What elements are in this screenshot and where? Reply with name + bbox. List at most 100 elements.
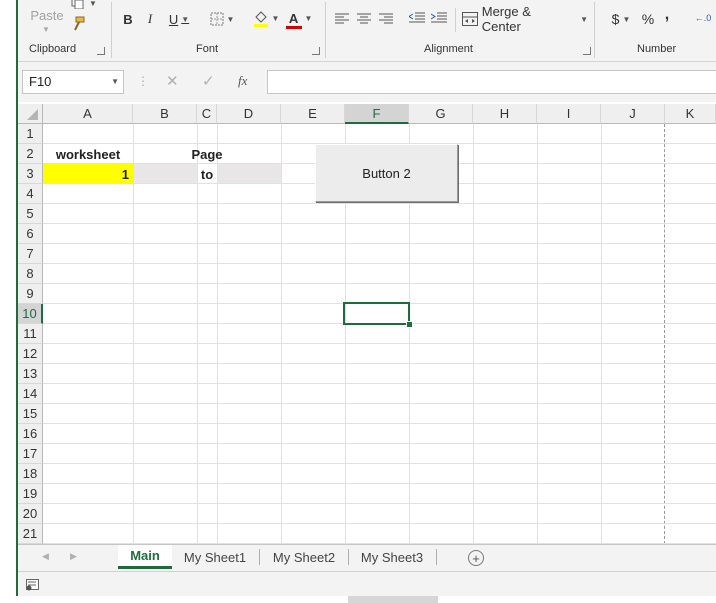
row-header-14[interactable]: 14 [18, 384, 43, 404]
currency-format-button[interactable]: $ ▼ [608, 9, 634, 29]
gridline [43, 463, 716, 464]
select-all-button[interactable] [18, 104, 43, 124]
row-header-9[interactable]: 9 [18, 284, 43, 304]
column-header-j[interactable]: J [601, 104, 665, 124]
cancel-icon[interactable]: ✕ [166, 72, 179, 90]
paste-button[interactable]: Paste [30, 6, 64, 24]
merge-center-icon [462, 12, 478, 26]
fill-color-icon [253, 11, 268, 27]
insert-function-icon[interactable]: fx [238, 73, 247, 89]
gridline [43, 403, 716, 404]
chevron-down-icon[interactable]: ▼ [111, 77, 119, 86]
taskbar-fragment [348, 596, 438, 603]
row-header-7[interactable]: 7 [18, 244, 43, 264]
column-header-g[interactable]: G [409, 104, 473, 124]
percent-icon: % [641, 11, 655, 27]
gridline [43, 243, 716, 244]
align-left-icon[interactable] [334, 12, 350, 26]
bold-button[interactable]: B [120, 10, 136, 28]
copy-icon[interactable] [70, 0, 86, 10]
row-header-20[interactable]: 20 [18, 504, 43, 524]
currency-icon: $ [611, 11, 620, 27]
merge-center-button[interactable]: Merge & Center ▼ [462, 4, 588, 34]
tab-my-sheet1[interactable]: My Sheet1 [174, 545, 256, 569]
percent-style-button[interactable]: % [640, 9, 656, 29]
row-header-1[interactable]: 1 [18, 124, 43, 144]
clipboard-launcher-icon[interactable] [97, 47, 105, 55]
row-header-15[interactable]: 15 [18, 404, 43, 424]
scroll-tabs-right-icon[interactable]: ▶ [70, 551, 77, 562]
column-header-d[interactable]: D [217, 104, 281, 124]
row-header-3[interactable]: 3 [18, 164, 43, 184]
scroll-tabs-left-icon[interactable]: ◀ [42, 551, 49, 562]
row-header-12[interactable]: 12 [18, 344, 43, 364]
worksheet-grid[interactable]: A B C D E F G H I J K 1 2 3 4 5 6 7 8 9 … [18, 104, 716, 544]
column-header-f[interactable]: F [345, 104, 409, 124]
font-launcher-icon[interactable] [312, 47, 320, 55]
sheet-tab-bar: ◀ ▶ Main My Sheet1 My Sheet2 My Sheet3 + [18, 544, 716, 571]
active-cell-f10[interactable] [343, 302, 410, 325]
tab-my-sheet3[interactable]: My Sheet3 [350, 545, 434, 569]
row-header-2[interactable]: 2 [18, 144, 43, 164]
cell-a2[interactable]: worksheet [43, 145, 133, 164]
row-header-17[interactable]: 17 [18, 444, 43, 464]
alignment-launcher-icon[interactable] [583, 47, 591, 55]
row-header-21[interactable]: 21 [18, 524, 43, 544]
column-header-c[interactable]: C [197, 104, 217, 124]
macro-record-icon[interactable] [26, 578, 40, 596]
gridline [601, 124, 602, 544]
format-painter-icon[interactable] [70, 16, 86, 32]
column-header-h[interactable]: H [473, 104, 537, 124]
column-header-b[interactable]: B [133, 104, 197, 124]
row-header-4[interactable]: 4 [18, 184, 43, 204]
number-group-label: Number [637, 43, 677, 55]
cell-a3[interactable]: 1 [43, 165, 133, 184]
tab-main[interactable]: Main [118, 545, 172, 569]
row-header-5[interactable]: 5 [18, 204, 43, 224]
fx-glyph: fx [238, 73, 248, 88]
enter-icon[interactable]: ✓ [202, 72, 215, 90]
increase-decimal-icon[interactable]: ←.0 [694, 8, 712, 28]
row-header-8[interactable]: 8 [18, 264, 43, 284]
row-header-13[interactable]: 13 [18, 364, 43, 384]
row-header-19[interactable]: 19 [18, 484, 43, 504]
row-header-16[interactable]: 16 [18, 424, 43, 444]
italic-button[interactable]: I [142, 10, 158, 28]
align-center-icon[interactable] [356, 12, 372, 26]
cell-c3[interactable]: to [197, 165, 217, 184]
formula-input[interactable] [267, 70, 716, 94]
fill-color-button[interactable]: ▼ [251, 8, 281, 28]
increase-indent-icon[interactable] [430, 11, 448, 25]
fill-handle[interactable] [406, 321, 413, 328]
align-right-icon[interactable] [378, 12, 394, 26]
font-color-button[interactable]: A ▼ [284, 8, 314, 29]
new-sheet-icon[interactable]: + [468, 550, 484, 566]
gridline [43, 483, 716, 484]
button-2[interactable]: Button 2 [315, 144, 458, 202]
group-divider [325, 2, 326, 58]
paste-dropdown-icon[interactable]: ▼ [40, 24, 52, 34]
cell-c2[interactable]: Page [178, 145, 236, 164]
decrease-indent-icon[interactable] [408, 11, 426, 25]
column-header-e[interactable]: E [281, 104, 345, 124]
column-header-k[interactable]: K [665, 104, 716, 124]
tab-my-sheet2[interactable]: My Sheet2 [262, 545, 346, 569]
comma-style-button[interactable]: , [662, 5, 672, 25]
column-header-i[interactable]: I [537, 104, 601, 124]
copy-dropdown-icon[interactable]: ▼ [88, 0, 98, 8]
more-options-icon[interactable]: ⋮ [137, 74, 149, 88]
tab-my-sheet2-label: My Sheet2 [272, 549, 336, 565]
column-header-a[interactable]: A [43, 104, 133, 124]
row-header-6[interactable]: 6 [18, 224, 43, 244]
borders-button[interactable]: ▼ [206, 10, 238, 28]
name-box-value: F10 [29, 74, 52, 89]
gridline [43, 223, 716, 224]
row-header-10[interactable]: 10 [18, 304, 43, 324]
row-header-11[interactable]: 11 [18, 324, 43, 344]
row-header-18[interactable]: 18 [18, 464, 43, 484]
group-divider [455, 8, 456, 32]
gridline [281, 124, 282, 544]
gridline [473, 124, 474, 544]
underline-button[interactable]: U ▼ [164, 10, 194, 28]
name-box[interactable]: F10 ▼ [22, 70, 124, 94]
